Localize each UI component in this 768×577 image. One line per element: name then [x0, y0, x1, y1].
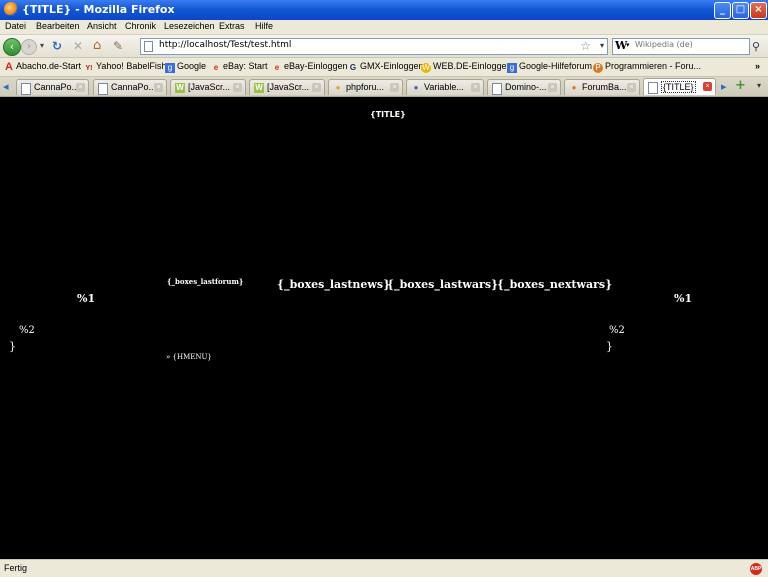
page-content: {TITLE} {_boxes_lastforum} {_boxes_lastn…	[0, 97, 768, 559]
page-icon	[21, 83, 31, 95]
tab-close-icon[interactable]: ×	[703, 82, 712, 91]
tab-javascript-1[interactable]: W [JavaScr... ×	[170, 79, 246, 95]
tab-javascript-2[interactable]: W [JavaScr... ×	[249, 79, 325, 95]
tab-close-icon[interactable]: ×	[312, 83, 321, 92]
page-icon	[144, 41, 153, 52]
hmenu-link[interactable]: » {HMENU}	[166, 353, 212, 361]
google-icon: g	[507, 63, 517, 73]
yahoo-icon: Y!	[85, 65, 93, 72]
search-input[interactable]	[635, 40, 745, 49]
right-placeholder-1: %1	[674, 292, 693, 305]
url-bar[interactable]: ☆ ▾	[140, 38, 608, 55]
tab-close-icon[interactable]: ×	[627, 83, 636, 92]
url-dropdown-icon[interactable]: ▾	[600, 41, 604, 50]
right-closing-brace: }	[606, 340, 613, 353]
tab-close-icon[interactable]: ×	[154, 83, 163, 92]
tab-close-icon[interactable]: ×	[233, 83, 242, 92]
bookmark-programmieren-forum[interactable]: P Programmieren - Foru...	[593, 61, 701, 73]
tab-scroll-right-icon[interactable]: ▸	[721, 80, 727, 93]
tab-domino[interactable]: Domino-... ×	[487, 79, 561, 95]
webde-icon: W	[421, 63, 431, 73]
left-placeholder-1: %1	[77, 292, 96, 305]
bookmark-ebay-einloggen[interactable]: e eBay-Einloggen	[272, 61, 348, 73]
menu-bearbeiten[interactable]: Bearbeiten	[36, 21, 80, 31]
ebay-icon: e	[213, 63, 219, 72]
bookmarks-toolbar: A Abacho.de-Start Y! Yahoo! BabelFish g Goo…	[0, 58, 768, 77]
tab-forumba[interactable]: ● ForumBa... ×	[564, 79, 640, 95]
bookmark-google-hilfeforum[interactable]: g Google-Hilfeforum	[507, 61, 592, 73]
tab-close-icon[interactable]: ×	[548, 83, 557, 92]
gmx-icon: G	[349, 63, 357, 72]
bookmark-star-icon[interactable]: ☆	[580, 39, 591, 53]
back-button[interactable]: ‹	[3, 38, 21, 56]
w-icon: W	[175, 83, 185, 93]
abacho-icon: A	[5, 61, 13, 73]
menu-hilfe[interactable]: Hilfe	[255, 21, 273, 31]
left-placeholder-2: %2	[19, 325, 35, 336]
box-lastforum: {_boxes_lastforum}	[167, 277, 244, 286]
window-title-bar[interactable]: {TITLE} - Mozilla Firefox _ □ ×	[0, 0, 768, 20]
bookmark-abacho[interactable]: A Abacho.de-Start	[4, 61, 81, 73]
extension-icon[interactable]: ✎	[113, 38, 123, 54]
menu-datei[interactable]: Datei	[5, 21, 26, 31]
stop-icon[interactable]: ✕	[73, 38, 83, 54]
tab-close-icon[interactable]: ×	[471, 83, 480, 92]
bookmark-webde-einloggen[interactable]: W WEB.DE-Einloggen	[421, 61, 512, 73]
bookmark-ebay-start[interactable]: e eBay: Start	[211, 61, 268, 73]
navigation-toolbar: ‹ › ▾ ↻ ✕ ⌂ ✎ ☆ ▾ W ▾ ⚲	[0, 35, 768, 58]
history-dropdown-icon[interactable]: ▾	[40, 38, 44, 54]
menu-chronik[interactable]: Chronik	[125, 21, 156, 31]
tab-close-icon[interactable]: ×	[390, 83, 399, 92]
tab-title-active[interactable]: {TITLE} ×	[643, 78, 716, 95]
tab-cannapo-2[interactable]: CannaPo... ×	[93, 79, 167, 95]
box-lastwars: {_boxes_lastwars}	[387, 278, 499, 291]
menu-ansicht[interactable]: Ansicht	[87, 21, 117, 31]
tab-cannapo-1[interactable]: CannaPo... ×	[16, 79, 89, 95]
tab-variable[interactable]: ● Variable... ×	[406, 79, 484, 95]
home-icon[interactable]: ⌂	[93, 38, 101, 54]
tab-list-dropdown-icon[interactable]: ▾	[757, 81, 761, 90]
status-text: Fertig	[4, 563, 28, 573]
page-icon	[648, 82, 658, 94]
programmieren-icon: P	[593, 63, 603, 73]
status-bar: Fertig ABP	[0, 559, 768, 577]
url-input[interactable]	[159, 40, 579, 50]
menu-bar: Datei Bearbeiten Ansicht Chronik Lesezei…	[0, 20, 768, 35]
search-engine-dropdown-icon[interactable]: ▾	[626, 41, 630, 49]
reload-icon[interactable]: ↻	[52, 38, 62, 54]
close-button[interactable]: ×	[750, 2, 767, 19]
bookmark-gmx-einloggen[interactable]: G GMX-Einloggen	[348, 61, 424, 73]
left-closing-brace: }	[9, 340, 16, 353]
menu-lesezeichen[interactable]: Lesezeichen	[164, 21, 215, 31]
phpforum-icon: ●	[335, 83, 341, 92]
search-bar[interactable]: W ▾	[612, 38, 750, 55]
search-magnifier-icon[interactable]: ⚲	[752, 40, 760, 53]
bookmarks-overflow-icon[interactable]: »	[755, 61, 760, 71]
firefox-icon	[4, 2, 18, 16]
bookmark-google[interactable]: g Google	[165, 61, 206, 73]
variable-icon: ●	[413, 83, 419, 92]
tab-bar: ◂ CannaPo... × CannaPo... × W [JavaScr..…	[0, 77, 768, 97]
tab-phpforum[interactable]: ● phpforu... ×	[328, 79, 403, 95]
tab-scroll-left-icon[interactable]: ◂	[3, 80, 9, 93]
ebay-icon: e	[274, 63, 280, 72]
forward-button[interactable]: ›	[21, 39, 37, 55]
maximize-button[interactable]: □	[732, 2, 749, 19]
tab-close-icon[interactable]: ×	[76, 83, 85, 92]
new-tab-icon[interactable]: +	[735, 78, 746, 93]
right-placeholder-2: %2	[609, 325, 625, 336]
menu-extras[interactable]: Extras	[219, 21, 245, 31]
bookmark-yahoo-babelfish[interactable]: Y! Yahoo! BabelFish	[84, 61, 167, 74]
box-nextwars: {_boxes_nextwars}	[497, 278, 613, 291]
google-icon: g	[165, 63, 175, 73]
forumba-icon: ●	[571, 83, 577, 92]
box-lastnews: {_boxes_lastnews}	[277, 278, 391, 291]
page-icon	[492, 83, 502, 95]
w-icon: W	[254, 83, 264, 93]
adblock-icon[interactable]: ABP	[750, 563, 762, 575]
page-icon	[98, 83, 108, 95]
minimize-button[interactable]: _	[714, 2, 731, 19]
page-title: {TITLE}	[370, 110, 406, 119]
window-title: {TITLE} - Mozilla Firefox	[22, 3, 175, 16]
